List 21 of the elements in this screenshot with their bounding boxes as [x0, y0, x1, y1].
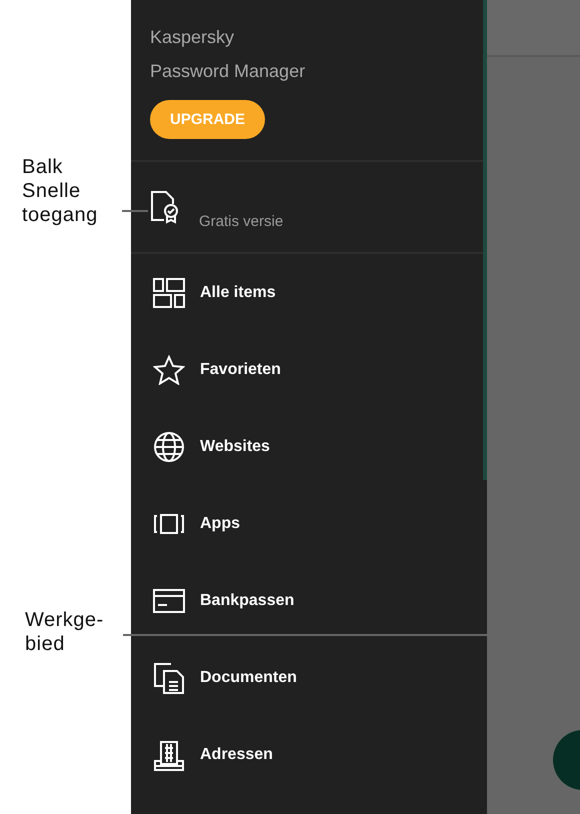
- menu-item[interactable]: Bankpassen: [131, 562, 487, 639]
- leader-line: [122, 210, 148, 212]
- menu-item[interactable]: Favorieten: [131, 331, 487, 408]
- star-icon: [153, 354, 185, 384]
- callout-label: Werkge-bied: [25, 608, 105, 656]
- screen-icon: [153, 512, 185, 534]
- app-title: Password Manager: [150, 60, 306, 83]
- menu-item[interactable]: Apps: [131, 485, 487, 562]
- certificate-icon[interactable]: [150, 190, 180, 224]
- app-title: Kaspersky: [150, 26, 234, 49]
- menu-item[interactable]: Documenten: [131, 639, 487, 716]
- menu-item[interactable]: Websites: [131, 408, 487, 485]
- card-icon: [153, 588, 185, 612]
- documents-icon: [153, 662, 185, 694]
- version-label: Gratis versie: [199, 212, 284, 230]
- building-icon: [153, 738, 185, 770]
- callout-label: Balk Snelle toegang: [22, 155, 99, 227]
- menu-item[interactable]: Adressen: [131, 716, 487, 793]
- grid-icon: [153, 278, 185, 308]
- globe-icon: [153, 430, 185, 462]
- menu-item[interactable]: Alle items: [131, 254, 487, 331]
